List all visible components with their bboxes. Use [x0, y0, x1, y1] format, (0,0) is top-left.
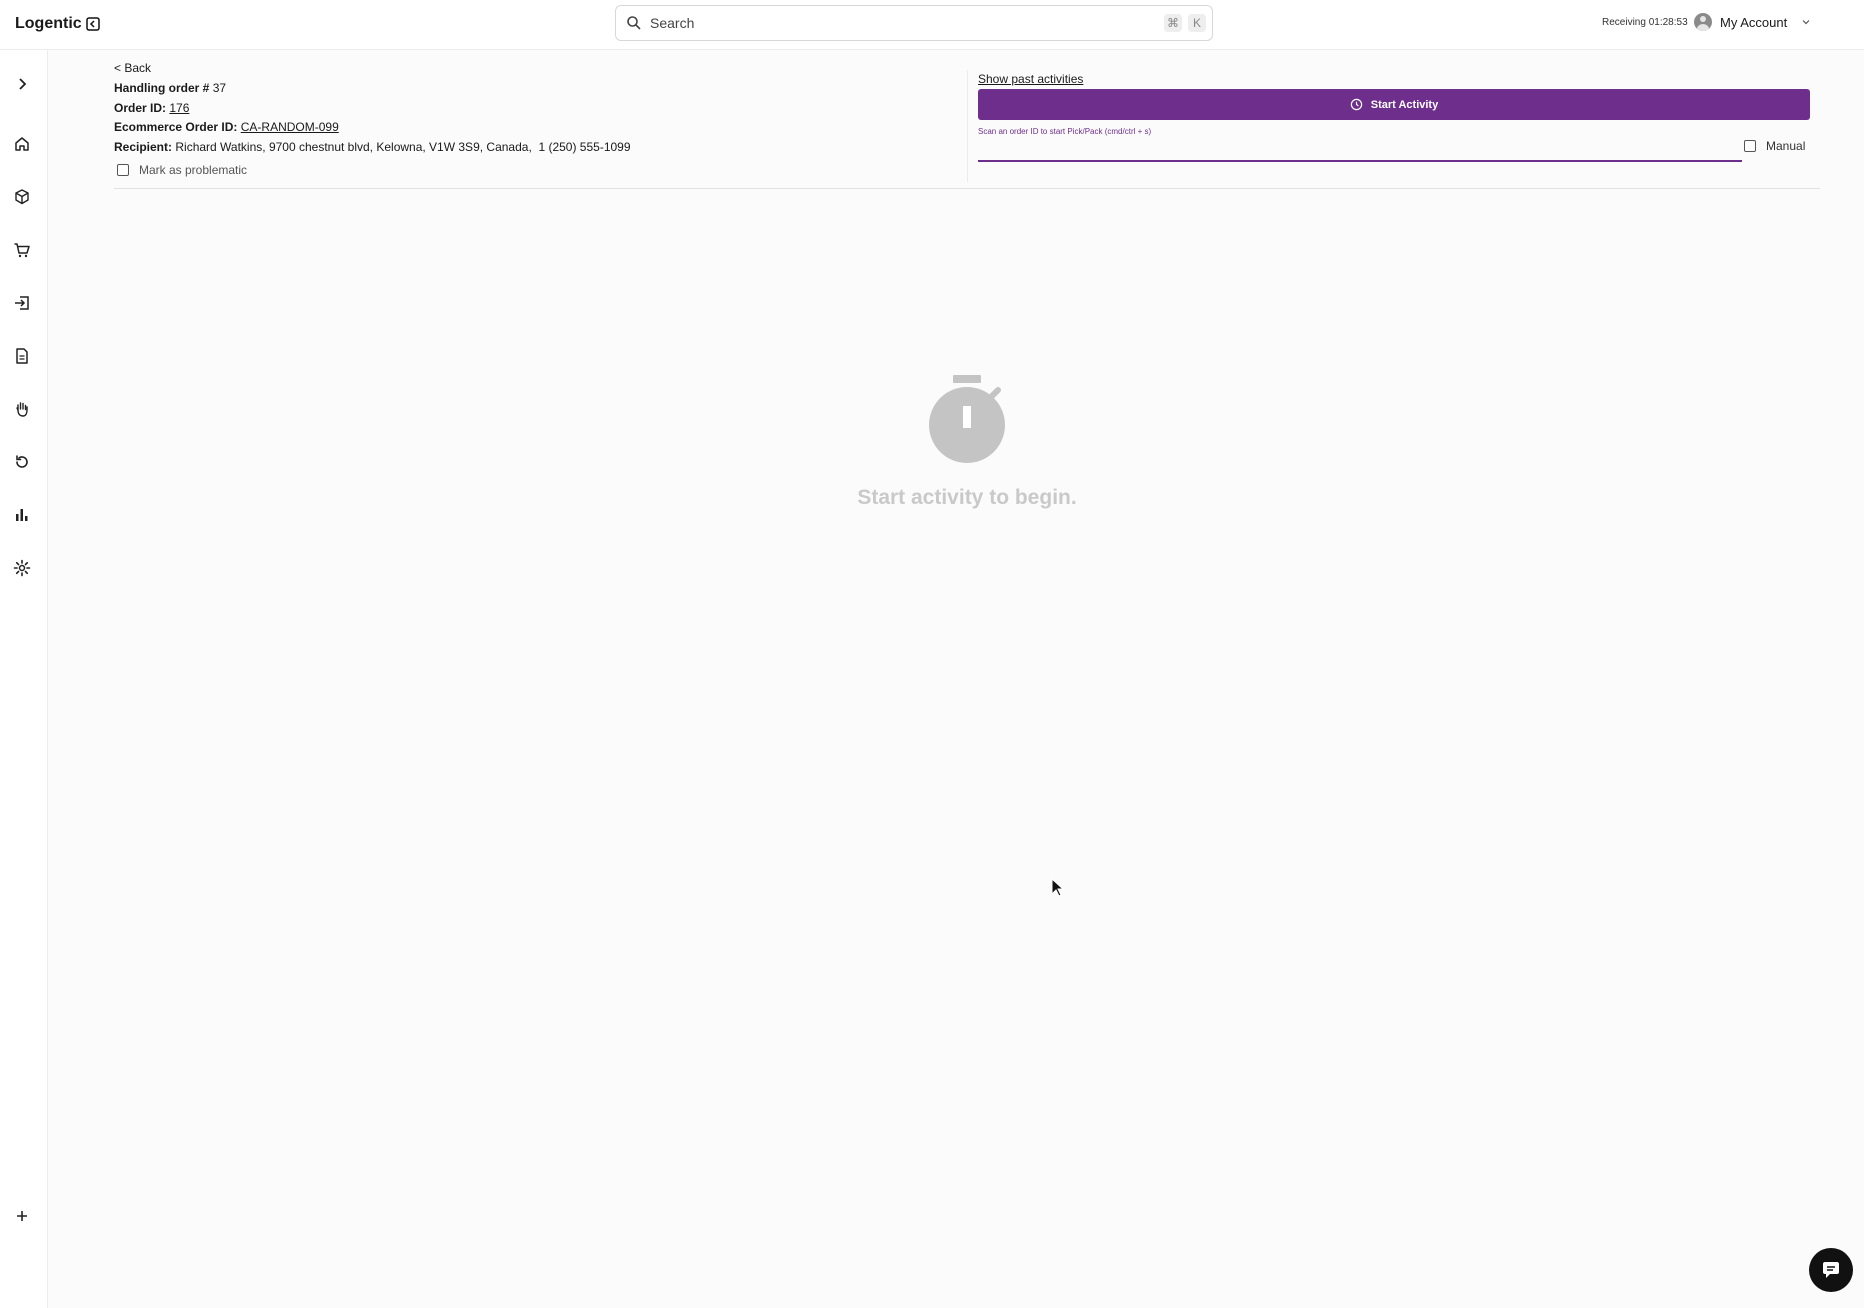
manual-checkbox[interactable] [1744, 140, 1756, 152]
cart-icon [14, 243, 30, 258]
app-name: Logentic [15, 15, 82, 32]
start-activity-button[interactable]: Start Activity [978, 89, 1810, 120]
logo-icon [85, 17, 100, 31]
header-divider [114, 188, 1820, 189]
recipient-label: Recipient: [114, 139, 173, 154]
expand-sidebar-button[interactable] [12, 74, 32, 94]
ecommerce-order-link[interactable]: CA-RANDOM-099 [241, 120, 339, 134]
empty-state-text: Start activity to begin. [857, 486, 1077, 509]
order-details: Handling order # 37 Order ID: 176 Ecomme… [114, 79, 631, 157]
avatar [1694, 13, 1712, 31]
search-icon [627, 16, 641, 30]
home-icon [15, 137, 29, 151]
chat-support-button[interactable] [1809, 1248, 1853, 1292]
order-id-row: Order ID: 176 [114, 99, 631, 119]
chat-icon [1823, 1262, 1839, 1278]
plus-icon [17, 1211, 27, 1221]
clock-icon [1350, 98, 1362, 111]
package-icon [15, 189, 29, 205]
add-button[interactable] [12, 1206, 32, 1226]
sidebar-item-products[interactable] [12, 187, 32, 207]
account-menu[interactable]: My Account [1694, 13, 1811, 31]
vertical-divider [967, 70, 968, 182]
recipient-row: Recipient: Richard Watkins, 9700 chestnu… [114, 138, 631, 158]
scan-order-label: Scan an order ID to start Pick/Pack (cmd… [978, 127, 1152, 136]
show-past-activities-link[interactable]: Show past activities [978, 72, 1083, 86]
sidebar [0, 50, 48, 1308]
ecommerce-order-label: Ecommerce Order ID: [114, 120, 238, 134]
activity-timer: 01:28:53 [1648, 17, 1688, 28]
recipient-value: Richard Watkins, 9700 chestnut blvd, Kel… [175, 139, 631, 154]
top-bar: Logentic Search ⌘ K Receiving 01:28:53 M… [0, 0, 1864, 50]
manual-toggle[interactable]: Manual [1744, 139, 1805, 153]
document-icon [16, 348, 28, 364]
account-label: My Account [1720, 14, 1788, 30]
mark-problematic[interactable]: Mark as problematic [117, 163, 247, 177]
sidebar-item-home[interactable] [12, 134, 32, 154]
chevron-down-icon [1802, 20, 1810, 25]
returns-icon [16, 455, 28, 468]
mark-problematic-checkbox[interactable] [117, 164, 129, 176]
shortcut-k-key: K [1188, 14, 1206, 32]
chevron-right-icon [19, 78, 27, 90]
scan-order-input[interactable] [978, 139, 1742, 162]
global-search[interactable]: Search ⌘ K [615, 5, 1213, 41]
search-input[interactable]: Search [650, 15, 1164, 31]
start-activity-label: Start Activity [1370, 98, 1439, 111]
mouse-cursor-icon [1051, 878, 1065, 897]
ecommerce-order-row: Ecommerce Order ID: CA-RANDOM-099 [114, 118, 631, 138]
handling-order-row: Handling order # 37 [114, 79, 631, 99]
shortcut-mod-key: ⌘ [1164, 14, 1182, 32]
settings-icon [13, 559, 31, 577]
inbound-icon [15, 296, 29, 310]
sidebar-item-documents[interactable] [12, 346, 32, 366]
sidebar-item-orders[interactable] [12, 240, 32, 260]
hand-icon [16, 402, 28, 417]
sidebar-item-returns[interactable] [12, 452, 32, 472]
sidebar-item-picking[interactable] [12, 399, 32, 419]
back-link[interactable]: < Back [114, 61, 151, 75]
handling-order-label: Handling order # [114, 81, 210, 95]
app-logo[interactable]: Logentic [15, 15, 100, 33]
activity-status: Receiving 01:28:53 [1602, 17, 1688, 28]
sidebar-item-settings[interactable] [12, 558, 32, 578]
order-id-link[interactable]: 176 [169, 101, 189, 115]
handling-order-value: 37 [212, 81, 227, 95]
sidebar-item-inbound[interactable] [12, 293, 32, 313]
mark-problematic-label: Mark as problematic [139, 163, 248, 177]
manual-label: Manual [1766, 139, 1806, 153]
stopwatch-icon [929, 375, 1005, 463]
order-id-label: Order ID: [114, 100, 167, 115]
activity-status-label: Receiving [1602, 17, 1646, 28]
